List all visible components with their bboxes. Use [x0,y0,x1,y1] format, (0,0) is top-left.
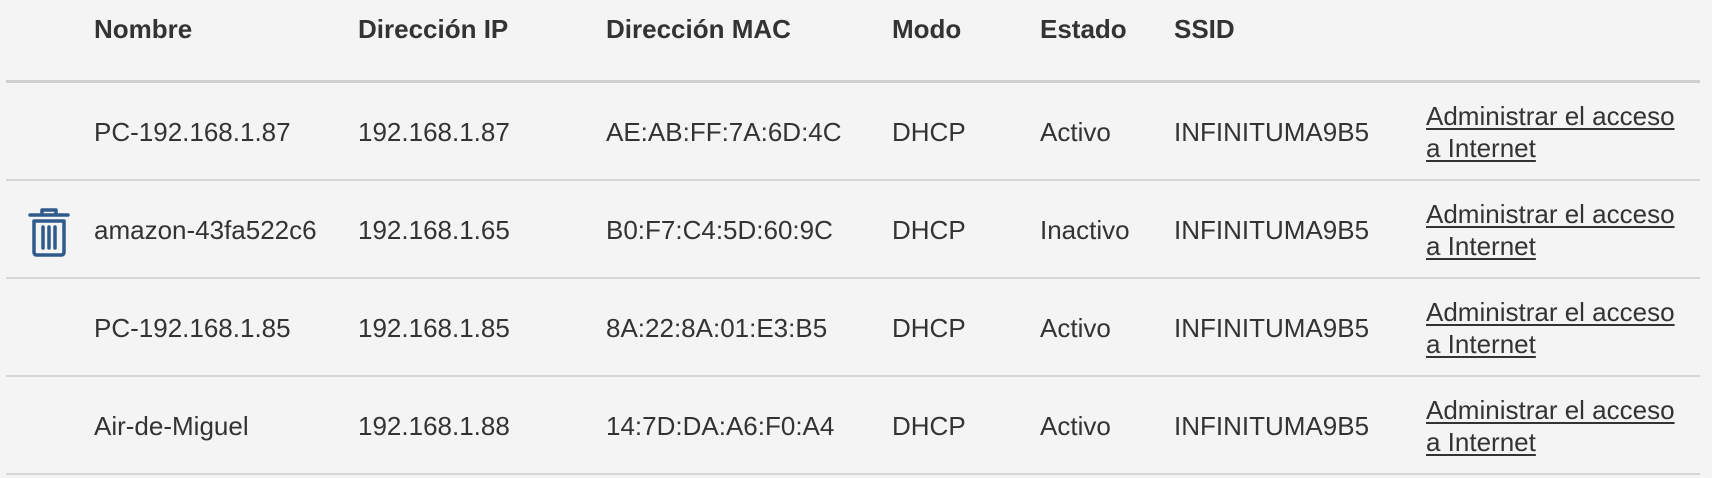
manage-access-cell: Administrar el acceso a Internet [1426,279,1696,377]
table-header: Nombre Dirección IP Dirección MAC Modo E… [0,0,1712,62]
device-ssid: INFINITUMA9B5 [1174,116,1370,147]
device-mode: DHCP [892,116,966,147]
header-ssid: SSID [1174,14,1235,44]
device-state: Activo [1040,116,1111,147]
header-state: Estado [1040,14,1127,44]
device-name: PC-192.168.1.85 [94,312,291,343]
device-mac: B0:F7:C4:5D:60:9C [606,214,833,245]
manage-internet-access-link[interactable]: Administrar el acceso a Internet [1426,296,1696,360]
table-row: amazon-43fa522c6 192.168.1.65 B0:F7:C4:5… [0,181,1712,279]
device-name: Air-de-Miguel [94,410,249,441]
header-name: Nombre [94,14,193,44]
manage-internet-access-link[interactable]: Administrar el acceso a Internet [1426,100,1696,164]
manage-access-cell: Administrar el acceso a Internet [1426,377,1696,475]
trash-icon[interactable] [26,207,72,257]
table-row: PC-192.168.1.85 192.168.1.85 8A:22:8A:01… [0,279,1712,377]
header-mac: Dirección MAC [606,14,791,44]
table-row: PC-192.168.1.87 192.168.1.87 AE:AB:FF:7A… [0,83,1712,181]
device-ip: 192.168.1.87 [358,116,510,147]
device-ip: 192.168.1.88 [358,410,510,441]
device-state: Activo [1040,410,1111,441]
device-mac: AE:AB:FF:7A:6D:4C [606,116,842,147]
manage-access-cell: Administrar el acceso a Internet [1426,83,1696,181]
table-row: Air-de-Miguel 192.168.1.88 14:7D:DA:A6:F… [0,377,1712,475]
device-ssid: INFINITUMA9B5 [1174,410,1370,441]
manage-internet-access-link[interactable]: Administrar el acceso a Internet [1426,394,1696,458]
device-state: Inactivo [1040,214,1130,245]
device-name: PC-192.168.1.87 [94,116,291,147]
device-ip: 192.168.1.65 [358,214,510,245]
device-state: Activo [1040,312,1111,343]
device-mode: DHCP [892,410,966,441]
devices-table: Nombre Dirección IP Dirección MAC Modo E… [0,0,1712,478]
device-mac: 14:7D:DA:A6:F0:A4 [606,410,835,441]
device-ssid: INFINITUMA9B5 [1174,312,1370,343]
manage-internet-access-link[interactable]: Administrar el acceso a Internet [1426,198,1696,262]
device-name: amazon-43fa522c6 [94,214,317,245]
row-divider [6,473,1700,475]
header-mode: Modo [892,14,962,44]
header-ip: Dirección IP [358,14,509,44]
manage-access-cell: Administrar el acceso a Internet [1426,181,1696,279]
device-mac: 8A:22:8A:01:E3:B5 [606,312,828,343]
device-ip: 192.168.1.85 [358,312,510,343]
device-mode: DHCP [892,214,966,245]
device-mode: DHCP [892,312,966,343]
device-ssid: INFINITUMA9B5 [1174,214,1370,245]
